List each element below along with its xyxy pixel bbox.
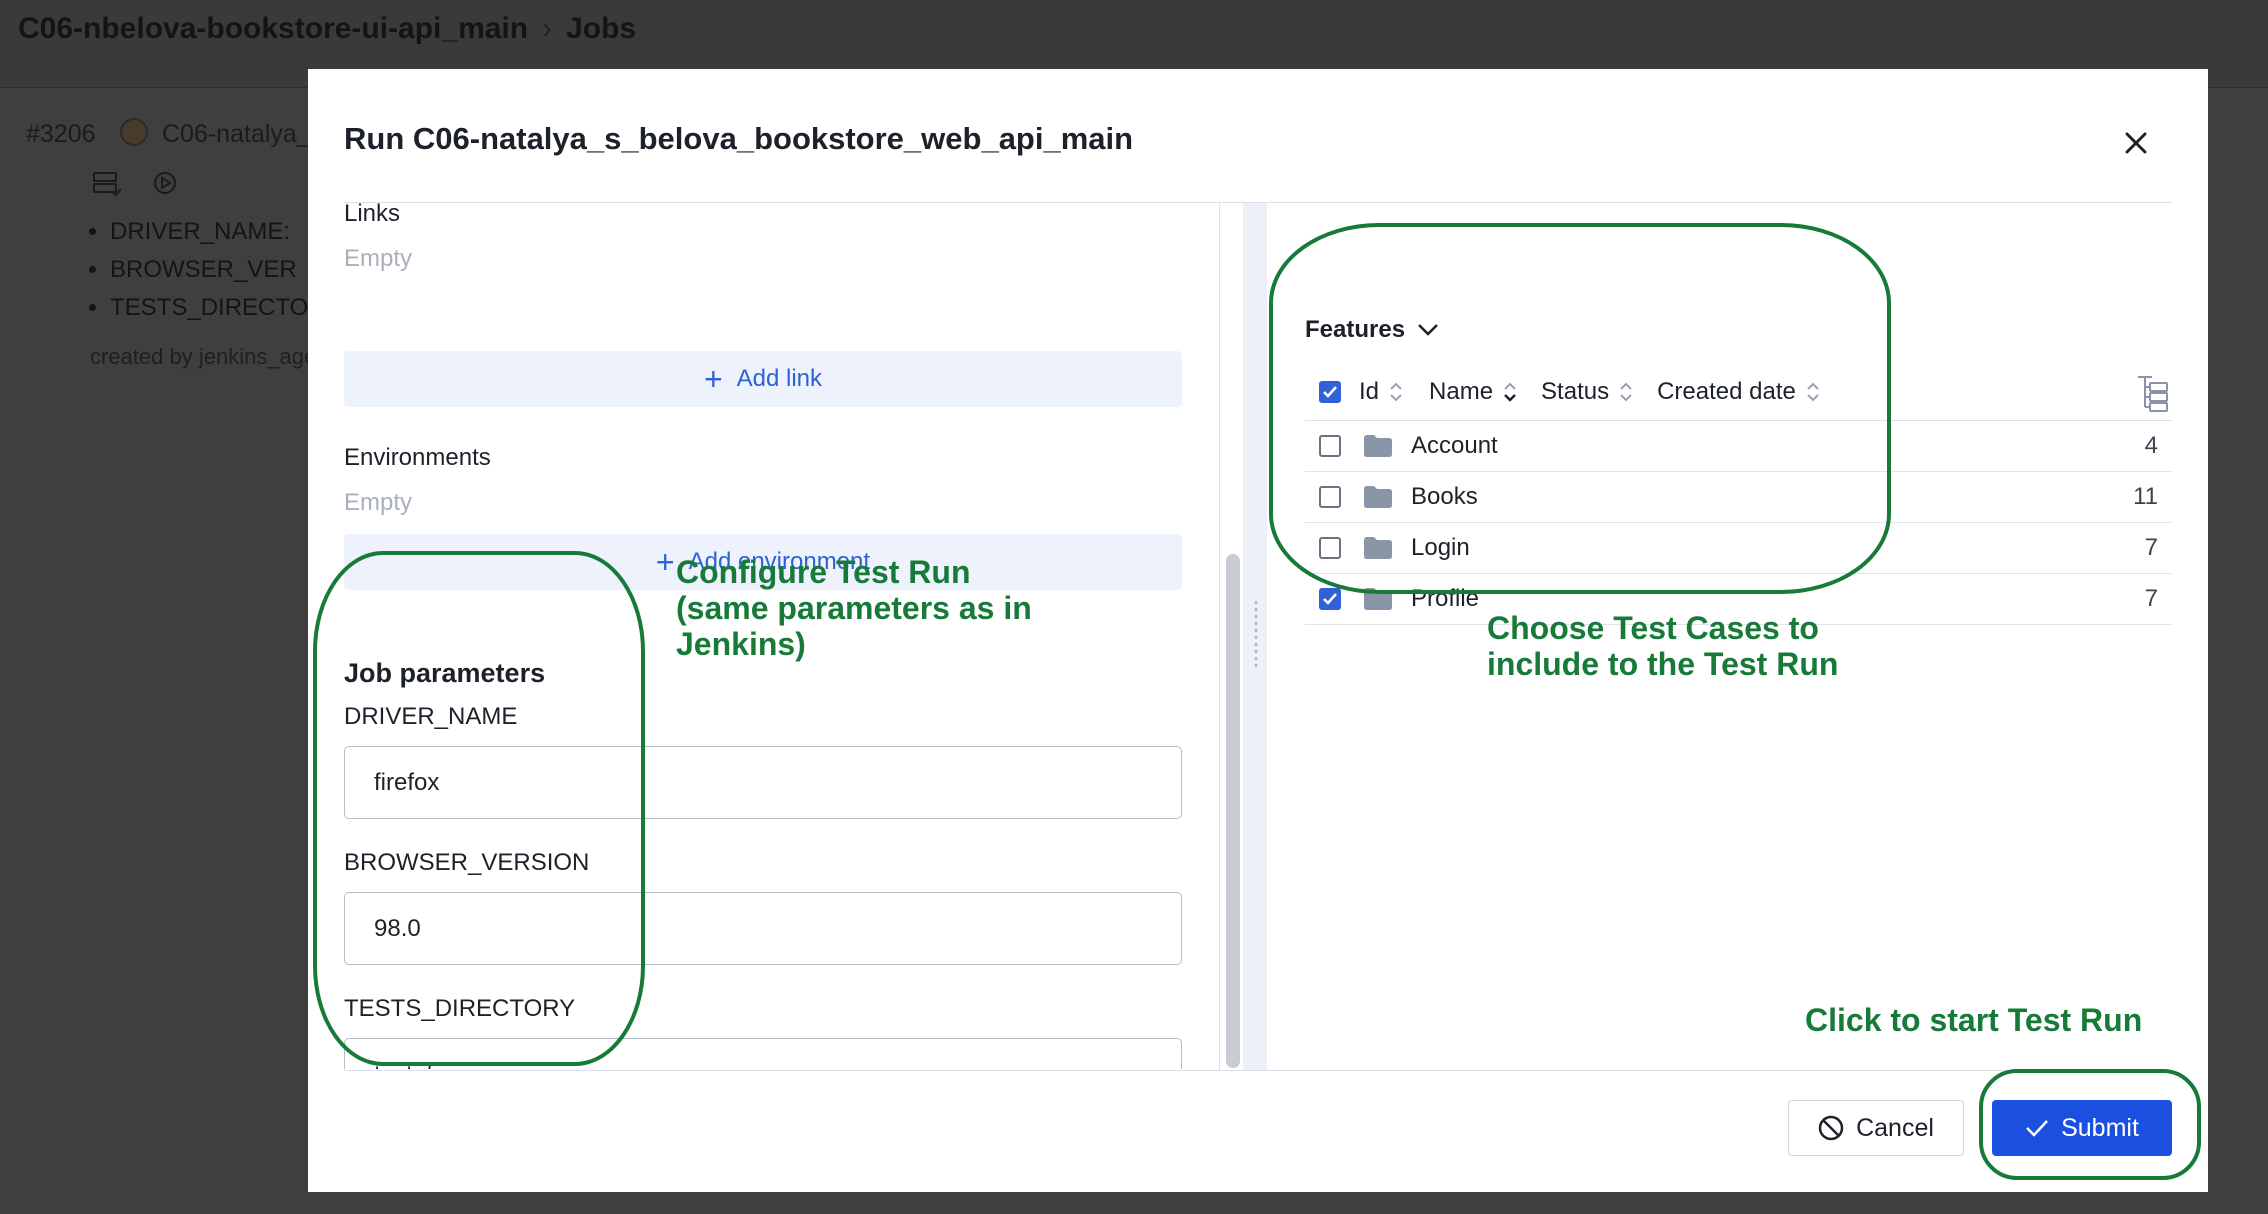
scrollbar-thumb[interactable] xyxy=(1226,554,1240,1068)
job-number: #3206 xyxy=(26,120,96,148)
background-params-list: DRIVER_NAME: BROWSER_VER TESTS_DIRECTO xyxy=(110,218,308,332)
server-icon xyxy=(93,172,122,196)
annotation-choose-line: Choose Test Cases to xyxy=(1487,610,1819,646)
links-empty-text: Empty xyxy=(344,245,413,272)
drag-handle-icon[interactable] xyxy=(1253,599,1259,669)
background-job-icons xyxy=(92,170,182,196)
annotation-configure-line: Jenkins) xyxy=(676,626,806,662)
row-count: 7 xyxy=(2144,534,2158,561)
play-circle-icon xyxy=(154,172,176,194)
annotation-ring-job-parameters xyxy=(313,551,645,1066)
created-by-text: created by jenkins_age xyxy=(90,344,317,369)
breadcrumb-project[interactable]: C06-nbelova-bookstore-ui-api_main xyxy=(18,12,528,46)
links-label: Links xyxy=(344,203,401,227)
breadcrumb: C06-nbelova-bookstore-ui-api_main › Jobs xyxy=(18,12,636,46)
check-icon xyxy=(1323,593,1337,605)
list-item: TESTS_DIRECTO xyxy=(110,294,308,322)
row-checkbox[interactable] xyxy=(1319,588,1341,610)
close-icon xyxy=(2125,132,2147,154)
annotation-click: Click to start Test Run xyxy=(1805,1002,2143,1038)
annotation-configure: Configure Test Run (same parameters as i… xyxy=(676,554,1032,662)
add-link-button[interactable]: + Add link xyxy=(344,351,1182,407)
row-count: 11 xyxy=(2133,483,2158,510)
annotation-ring-submit xyxy=(1979,1069,2201,1180)
annotation-ring-features xyxy=(1269,223,1891,594)
breadcrumb-separator: › xyxy=(542,12,553,45)
environments-label: Environments xyxy=(344,444,491,471)
panel-divider xyxy=(1219,203,1220,1071)
avatar xyxy=(120,118,148,146)
list-item: DRIVER_NAME: xyxy=(110,218,308,246)
cancel-button[interactable]: Cancel xyxy=(1788,1100,1964,1156)
row-count: 7 xyxy=(2144,585,2158,612)
modal-title: Run C06-natalya_s_belova_bookstore_web_a… xyxy=(344,121,1134,156)
annotation-choose-line: include to the Test Run xyxy=(1487,646,1839,682)
footer-divider xyxy=(344,1070,2172,1071)
environments-empty-text: Empty xyxy=(344,489,413,516)
list-item: BROWSER_VER xyxy=(110,256,308,284)
cancel-icon xyxy=(1818,1115,1844,1141)
job-user: C06-natalya_ xyxy=(162,120,311,148)
cancel-label: Cancel xyxy=(1856,1113,1934,1142)
annotation-configure-line: Configure Test Run xyxy=(676,554,971,590)
add-link-label: Add link xyxy=(736,365,823,392)
plus-icon: + xyxy=(703,361,723,397)
plus-icon: + xyxy=(655,544,675,580)
tree-view-icon[interactable] xyxy=(2134,373,2170,413)
close-button[interactable] xyxy=(2116,123,2156,163)
annotation-choose: Choose Test Cases to include to the Test… xyxy=(1487,610,1838,682)
row-count: 4 xyxy=(2144,432,2158,459)
annotation-configure-line: (same parameters as in xyxy=(676,590,1032,626)
breadcrumb-jobs[interactable]: Jobs xyxy=(566,12,636,46)
